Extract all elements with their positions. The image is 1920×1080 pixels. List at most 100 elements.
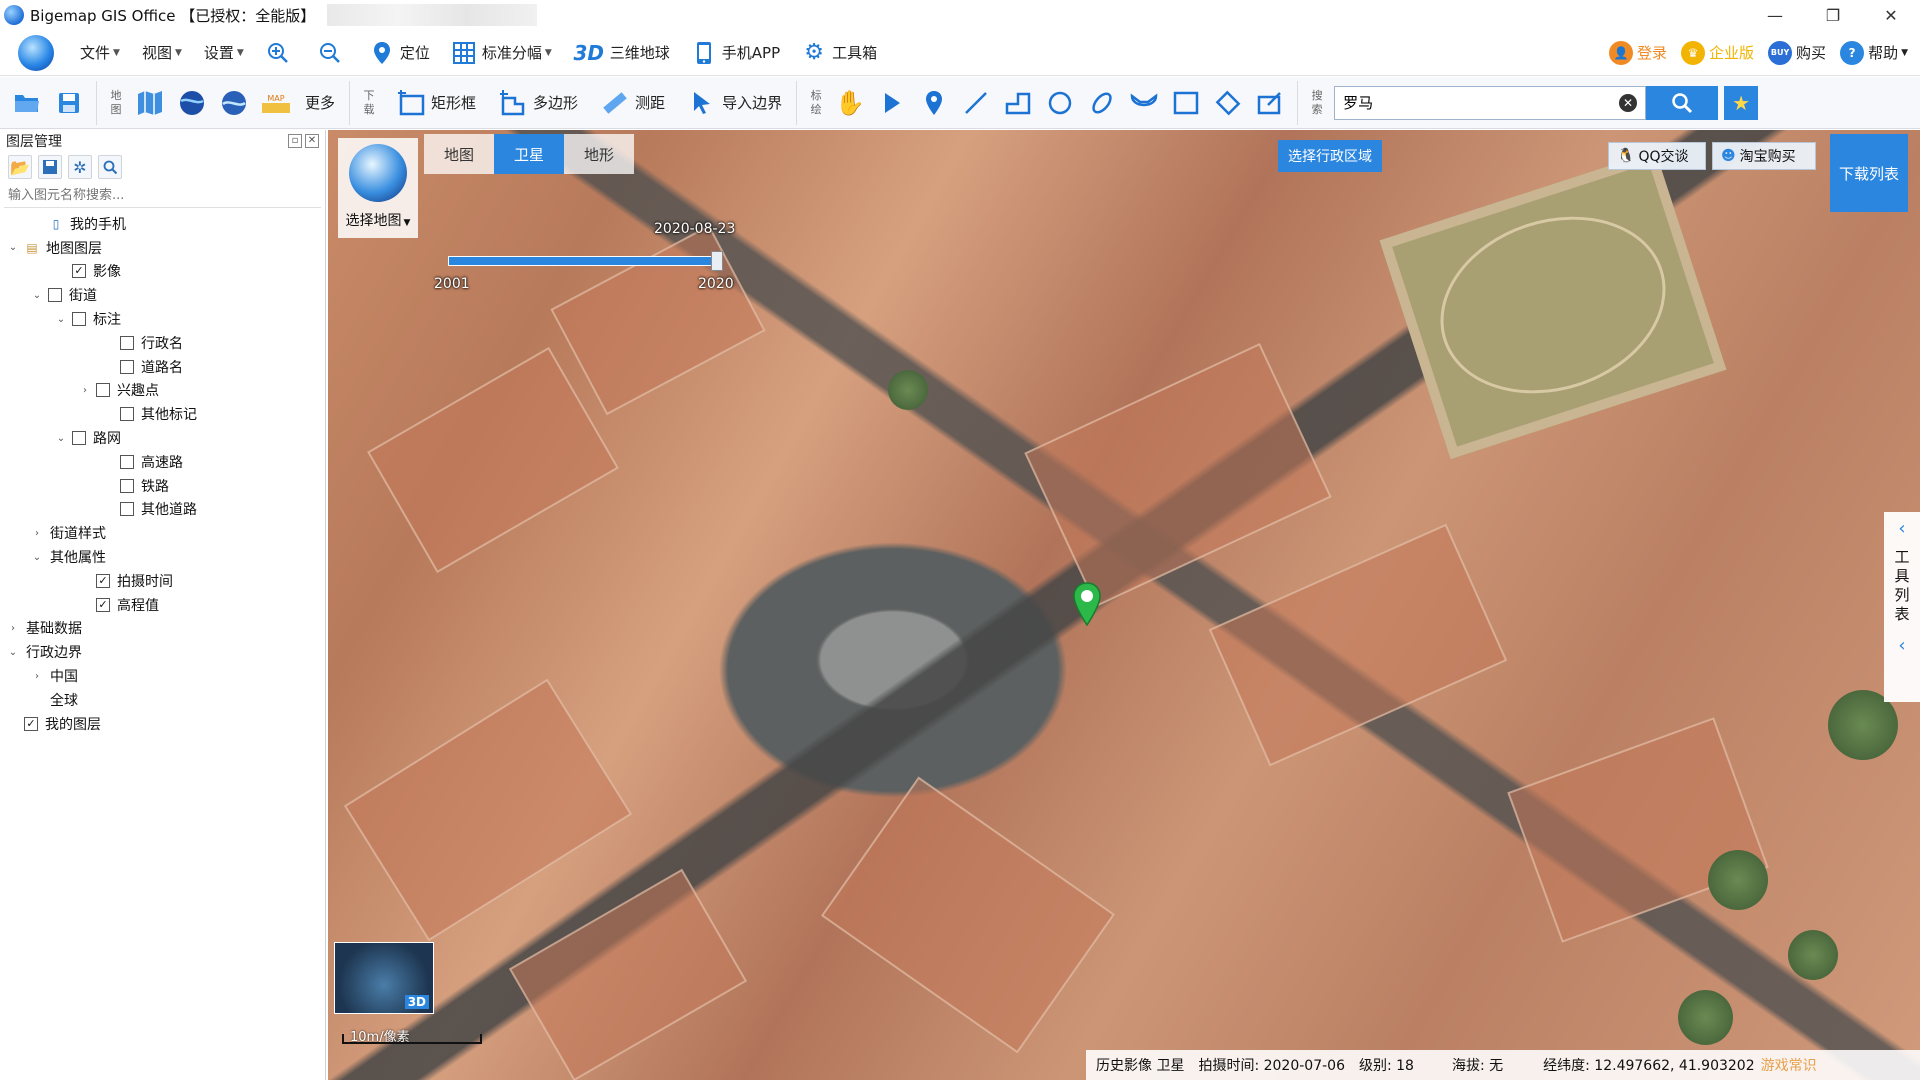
online-map-icon[interactable]: MAP <box>260 87 292 119</box>
chevron-down-icon[interactable]: ⌄ <box>30 290 44 301</box>
edit-area-icon[interactable] <box>1254 87 1286 119</box>
chevron-right-icon[interactable]: › <box>78 385 92 396</box>
circle-icon[interactable] <box>1044 87 1076 119</box>
layer-tree-item[interactable]: ⌄ 其他属性 <box>0 545 325 569</box>
clear-search-icon[interactable]: ✕ <box>1619 93 1638 112</box>
3d-earth-button[interactable]: 3D 三维地球 <box>574 41 670 65</box>
layer-tree-item[interactable]: 行政名 <box>0 331 325 355</box>
layer-tree-item[interactable]: 全球 <box>0 688 325 712</box>
taobao-buy-button[interactable]: ☻ 淘宝购买 <box>1712 142 1816 170</box>
layer-tree-item[interactable]: 其他道路 <box>0 498 325 522</box>
chevron-right-icon[interactable]: › <box>6 623 20 634</box>
layer-settings-icon[interactable]: ✲ <box>68 155 92 179</box>
layer-checkbox[interactable] <box>120 502 134 517</box>
zoom-in-button[interactable] <box>266 41 296 65</box>
tab-map[interactable]: 地图 <box>424 134 494 174</box>
line-icon[interactable] <box>960 87 992 119</box>
pointer-icon[interactable] <box>876 87 908 119</box>
chevron-right-icon[interactable]: › <box>30 671 44 682</box>
minimize-button[interactable]: — <box>1746 0 1804 30</box>
layer-tree-item[interactable]: › 街道样式 <box>0 521 325 545</box>
timeline-handle[interactable] <box>711 251 723 271</box>
more-button[interactable]: 更多 <box>305 92 335 113</box>
layer-tree-item[interactable]: ⌄ 行政边界 <box>0 640 325 664</box>
select-map-control[interactable]: 选择地图 ▼ <box>338 138 418 238</box>
layer-checkbox[interactable] <box>120 335 134 350</box>
map-source-icon[interactable] <box>134 87 166 119</box>
layer-checkbox[interactable] <box>96 383 110 398</box>
layer-checkbox[interactable] <box>120 407 134 422</box>
menu-settings[interactable]: 设置 ▼ <box>204 42 244 63</box>
layer-tree-item[interactable]: ⌄ 路网 <box>0 426 325 450</box>
layer-tree-item[interactable]: 其他标记 <box>0 402 325 426</box>
tag-icon[interactable] <box>1212 87 1244 119</box>
close-button[interactable]: ✕ <box>1862 0 1920 30</box>
chevron-down-icon[interactable]: ⌄ <box>6 242 20 253</box>
layer-checkbox[interactable] <box>72 431 86 446</box>
favorites-star-icon[interactable]: ★ <box>1724 85 1759 120</box>
3d-minimap[interactable]: 3D <box>334 942 434 1014</box>
import-boundary-button[interactable]: 导入边界 <box>681 87 782 119</box>
layer-tree-item[interactable]: ✓ 拍摄时间 <box>0 569 325 593</box>
location-marker-icon[interactable] <box>1072 582 1102 626</box>
measure-button[interactable]: 测距 <box>594 87 665 119</box>
locate-button[interactable]: 定位 <box>370 41 430 65</box>
layer-tree-item[interactable]: 铁路 <box>0 474 325 498</box>
layer-search-input[interactable] <box>4 184 321 206</box>
rectangle-icon[interactable] <box>1170 87 1202 119</box>
open-folder-icon[interactable] <box>11 87 43 119</box>
layer-checkbox[interactable]: ✓ <box>72 264 86 279</box>
panel-close-icon[interactable]: ✕ <box>305 134 319 148</box>
open-layer-folder-icon[interactable]: 📂 <box>8 155 32 179</box>
layer-checkbox[interactable]: ✓ <box>24 716 38 731</box>
menu-file[interactable]: 文件 ▼ <box>80 42 120 63</box>
layer-checkbox[interactable] <box>120 478 134 493</box>
save-layer-icon[interactable] <box>38 155 62 179</box>
layer-tree-item[interactable]: ✓ 影像 <box>0 260 325 284</box>
mobile-app-button[interactable]: 手机APP <box>692 41 780 65</box>
marker-icon[interactable] <box>918 87 950 119</box>
rect-select-button[interactable]: 矩形框 <box>390 87 476 119</box>
tool-list-panel-toggle[interactable]: ‹ 工具列表 ‹ <box>1884 512 1920 702</box>
login-link[interactable]: 👤 登录 <box>1609 40 1667 65</box>
globe-source-icon[interactable] <box>176 87 208 119</box>
panel-float-icon[interactable]: ▫ <box>288 134 302 148</box>
download-list-button[interactable]: 下载列表 <box>1830 134 1908 212</box>
enterprise-link[interactable]: ♛ 企业版 <box>1681 40 1754 65</box>
layer-tree-item[interactable]: ✓ 高程值 <box>0 593 325 617</box>
buy-link[interactable]: BUY 购买 <box>1768 40 1826 65</box>
map-view[interactable]: 选择地图 ▼ 地图 卫星 地形 2020-08-23 2001 2020 选择行政… <box>328 130 1920 1080</box>
place-search-input[interactable] <box>1335 87 1620 118</box>
layer-tree-item[interactable]: ✓ 我的图层 <box>0 712 325 736</box>
search-button[interactable] <box>1646 85 1719 120</box>
chevron-right-icon[interactable]: › <box>30 528 44 539</box>
layer-checkbox[interactable] <box>120 454 134 469</box>
ellipse-icon[interactable] <box>1086 87 1118 119</box>
bigemap-logo-icon[interactable] <box>18 34 54 71</box>
layer-tree-item[interactable]: ▯ 我的手机 <box>0 212 325 236</box>
layer-checkbox[interactable] <box>48 288 62 303</box>
layer-tree-item[interactable]: › 中国 <box>0 664 325 688</box>
layer-checkbox[interactable]: ✓ <box>96 597 110 612</box>
hand-pan-icon[interactable]: ✋ <box>834 87 866 119</box>
layer-tree-item[interactable]: ⌄ ▤ 地图图层 <box>0 236 325 260</box>
restore-button[interactable]: ❐ <box>1804 0 1862 30</box>
layer-tree-item[interactable]: ⌄ 标注 <box>0 307 325 331</box>
menu-view[interactable]: 视图 ▼ <box>142 42 182 63</box>
tab-terrain[interactable]: 地形 <box>564 134 634 174</box>
history-timeline-slider[interactable] <box>448 251 723 271</box>
arc-shape-icon[interactable] <box>1128 87 1160 119</box>
layer-checkbox[interactable]: ✓ <box>96 573 110 588</box>
chevron-down-icon[interactable]: ⌄ <box>30 552 44 563</box>
help-link[interactable]: ? 帮助 ▼ <box>1840 40 1908 65</box>
standard-sheet-button[interactable]: 标准分幅 ▼ <box>452 41 552 65</box>
toolbox-button[interactable]: ⚙ 工具箱 <box>802 40 877 65</box>
layer-tree-item[interactable]: ⌄ 街道 <box>0 283 325 307</box>
tab-satellite[interactable]: 卫星 <box>494 134 564 174</box>
layer-search-icon[interactable] <box>98 155 122 179</box>
globe-source-icon[interactable] <box>218 87 250 119</box>
status-game-tip[interactable]: 游戏常识 <box>1761 1055 1817 1075</box>
save-icon[interactable] <box>53 87 85 119</box>
chevron-down-icon[interactable]: ⌄ <box>6 647 20 658</box>
chevron-down-icon[interactable]: ⌄ <box>54 433 68 444</box>
